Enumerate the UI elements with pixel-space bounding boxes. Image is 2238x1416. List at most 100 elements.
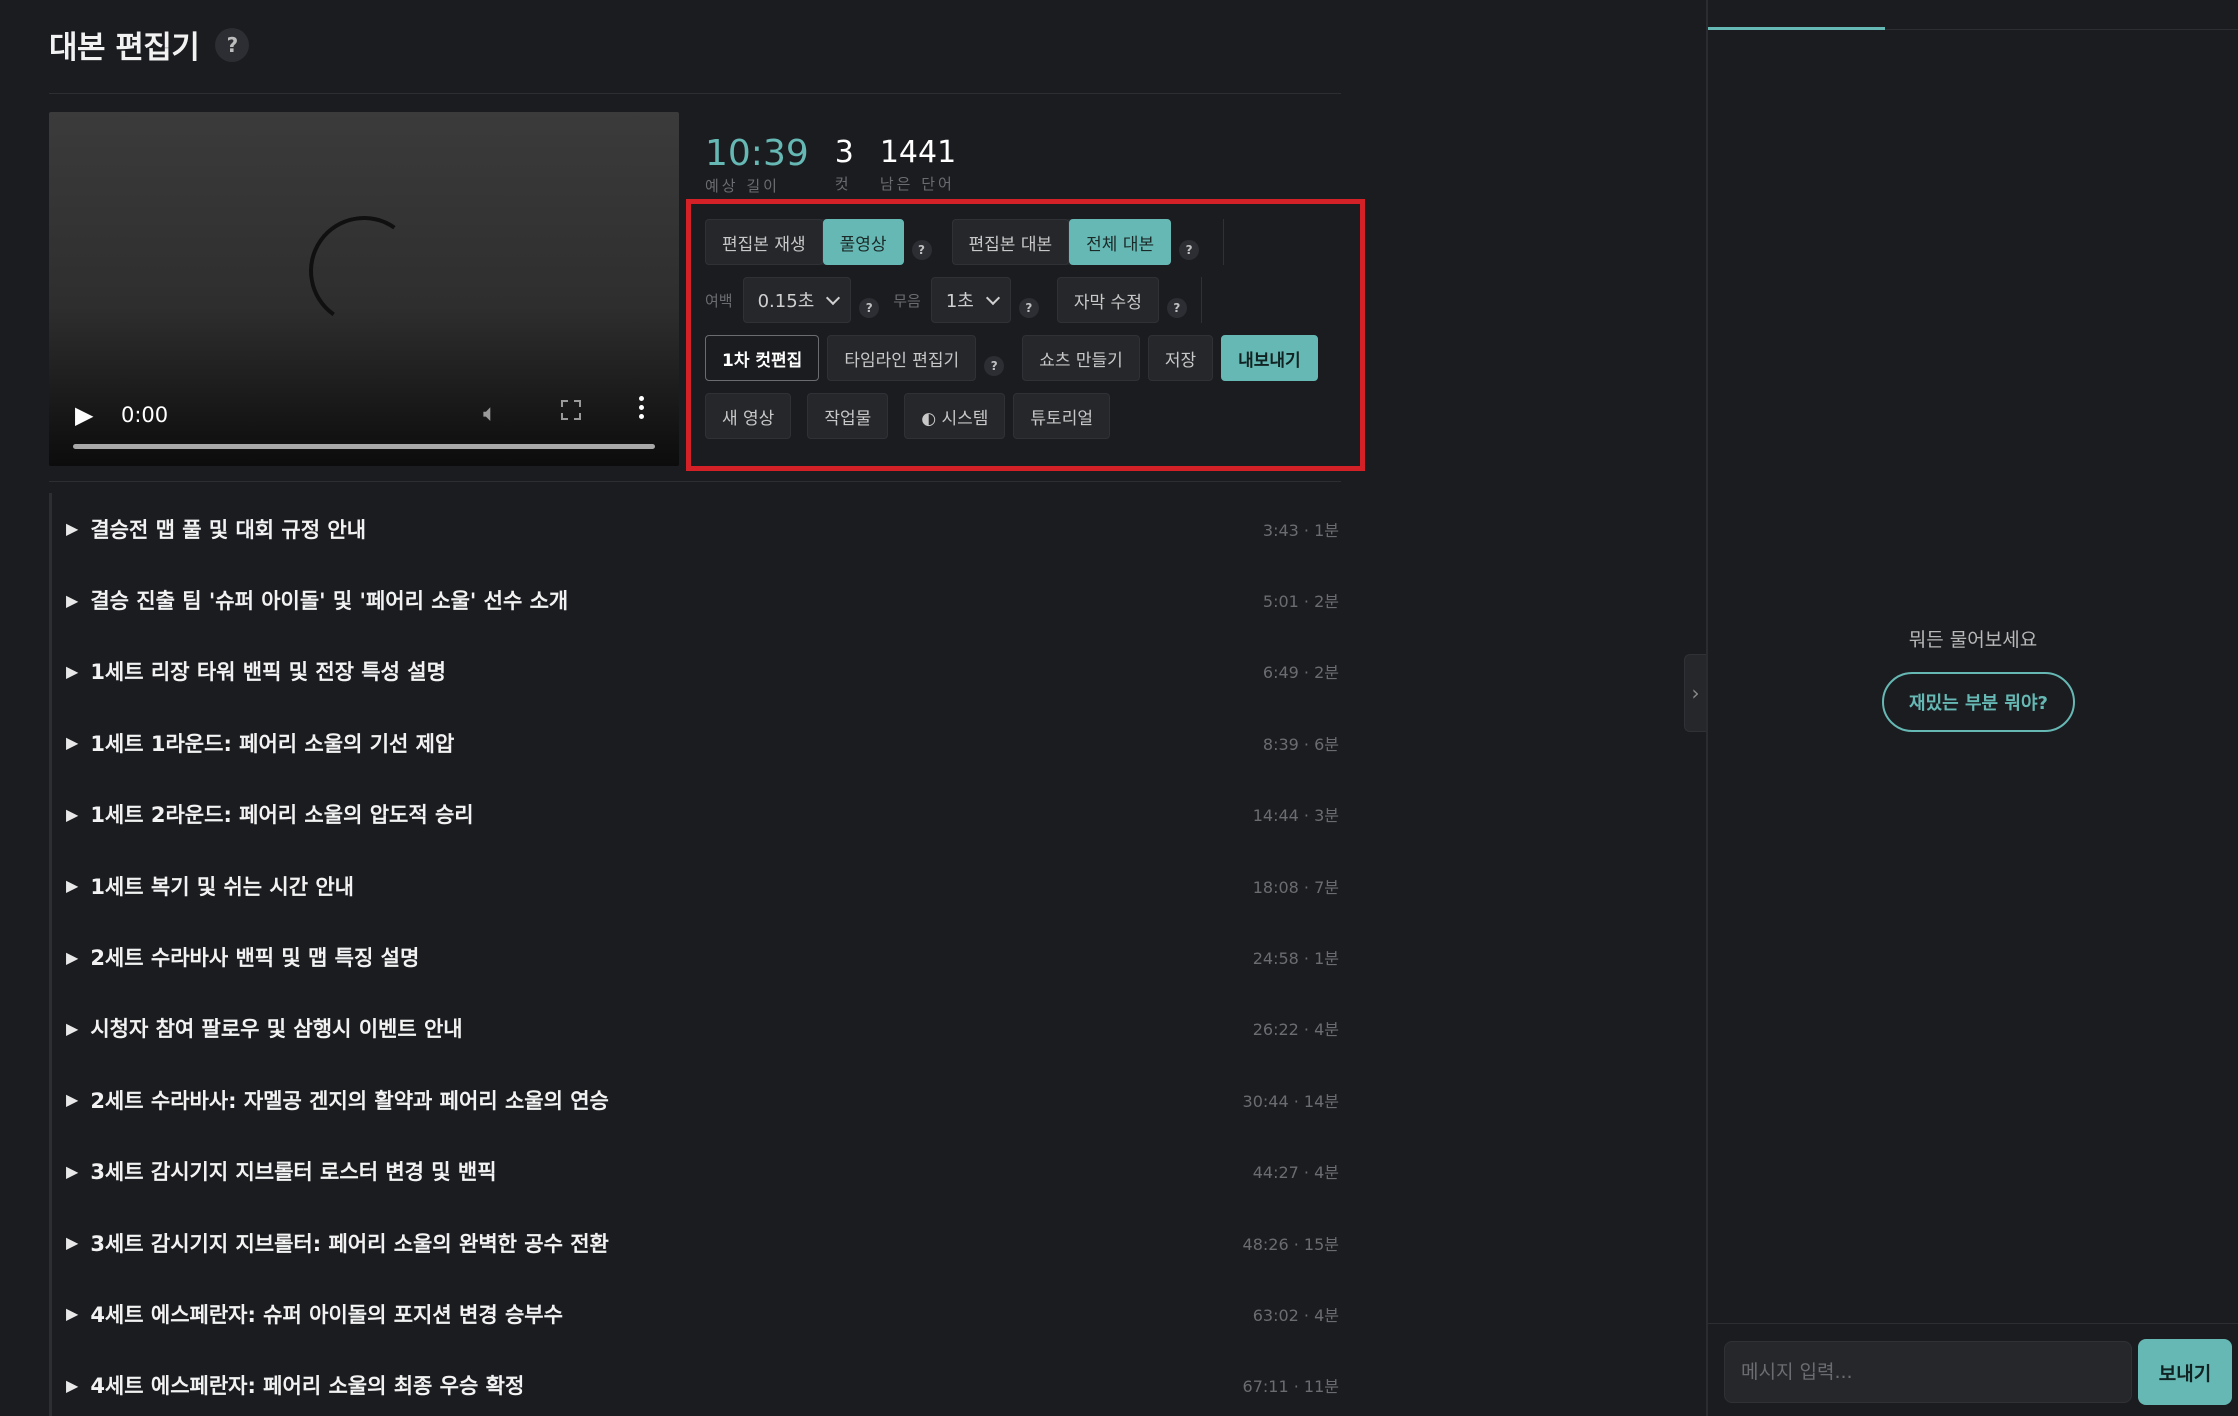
timeline-help-icon[interactable]: ?	[984, 356, 1005, 376]
stat-words: 1441 남은 단어	[880, 136, 956, 196]
subtitle-edit-button[interactable]: 자막 수정	[1056, 277, 1159, 323]
chapter-title: 결승전 맵 풀 및 대회 규정 안내	[90, 517, 367, 542]
volume-icon[interactable]: 🔈︎	[483, 399, 497, 427]
works-button[interactable]: 작업물	[807, 393, 889, 439]
script-help-icon[interactable]: ?	[1179, 240, 1200, 260]
chapter-title: 1세트 2라운드: 페어리 소울의 압도적 승리	[90, 803, 474, 828]
divider	[49, 481, 1341, 482]
chevron-down-icon	[826, 290, 841, 305]
expand-arrow-icon: ▶	[66, 519, 79, 539]
expand-arrow-icon: ▶	[66, 590, 79, 610]
controls-row-4: 새 영상 작업물 ◐ 시스템 튜토리얼	[705, 393, 1110, 439]
tab-1[interactable]	[1708, 0, 1885, 30]
full-script-button[interactable]: 전체 대본	[1069, 219, 1172, 265]
suggestion-button[interactable]: 재밌는 부분 뭐야?	[1882, 672, 2075, 732]
make-shorts-button[interactable]: 쇼츠 만들기	[1022, 335, 1140, 381]
margin-help-icon[interactable]: ?	[859, 298, 880, 318]
tutorial-button[interactable]: 튜토리얼	[1013, 393, 1110, 439]
silence-value: 1초	[945, 291, 974, 312]
chapter-title: 1세트 1라운드: 페어리 소울의 기선 제압	[90, 731, 455, 756]
subtitle-help-icon[interactable]: ?	[1166, 298, 1187, 318]
collapse-panel-icon[interactable]: ›	[1684, 654, 1706, 732]
stat-length-value: 10:39	[705, 133, 809, 174]
separator	[1200, 277, 1202, 323]
play-icon[interactable]: ▶	[75, 401, 93, 429]
chapter-item[interactable]: ▶ 결승 진출 팀 '슈퍼 아이돌' 및 '페어리 소울' 선수 소개 5:01 …	[49, 564, 1341, 636]
chapter-title: 1세트 복기 및 쉬는 시간 안내	[90, 874, 354, 899]
controls-row-2: 여백 0.15초 ? 무음 1초 ? 자막 수정 ?	[705, 277, 1202, 323]
playback-help-icon[interactable]: ?	[911, 240, 932, 260]
stat-cuts-value: 3	[834, 135, 854, 170]
expand-arrow-icon: ▶	[66, 876, 79, 896]
chapter-item[interactable]: ▶ 2세트 수라바사: 자멜공 겐지의 활약과 페어리 소울의 연승 30:44 …	[49, 1064, 1341, 1136]
play-edited-button[interactable]: 편집본 재생	[705, 219, 823, 265]
margin-select[interactable]: 0.15초	[742, 277, 852, 323]
expand-arrow-icon: ▶	[66, 1233, 79, 1253]
timeline-editor-button[interactable]: 타임라인 편집기	[827, 335, 977, 381]
script-mode-toggle: 편집본 대본 전체 대본	[951, 219, 1172, 265]
stat-cuts: 3 컷	[835, 136, 854, 196]
expand-arrow-icon: ▶	[66, 1090, 79, 1110]
silence-help-icon[interactable]: ?	[1018, 298, 1039, 318]
page-title: 대본 편집기	[49, 30, 200, 66]
silence-select[interactable]: 1초	[930, 277, 1011, 323]
chapter-title: 2세트 수라바사 밴픽 및 맵 특징 설명	[90, 946, 420, 971]
chapter-item[interactable]: ▶ 1세트 1라운드: 페어리 소울의 기선 제압 8:39 · 6분	[49, 707, 1341, 779]
chapter-item[interactable]: ▶ 1세트 리장 타워 밴픽 및 전장 특성 설명 6:49 · 2분	[49, 635, 1341, 708]
chapter-meta: 24:58 · 1분	[1252, 949, 1339, 969]
chapter-meta: 14:44 · 3분	[1252, 806, 1339, 826]
chapter-meta: 48:26 · 15분	[1242, 1234, 1339, 1254]
stat-length: 10:39 예상 길이	[705, 136, 809, 196]
chapter-item[interactable]: ▶ 3세트 감시기지 지브롤터 로스터 변경 및 밴픽 44:27 · 4분	[49, 1135, 1341, 1207]
fullscreen-icon[interactable]	[561, 400, 581, 420]
video-progress-bar[interactable]	[73, 444, 655, 449]
new-video-button[interactable]: 새 영상	[705, 393, 792, 439]
edited-script-button[interactable]: 편집본 대본	[951, 219, 1070, 265]
tab-2[interactable]	[1885, 0, 2062, 30]
chapter-title: 2세트 수라바사: 자멜공 겐지의 활약과 페어리 소울의 연승	[90, 1088, 609, 1113]
playback-mode-toggle: 편집본 재생 풀영상	[705, 219, 904, 265]
controls-panel-highlight: 편집본 재생 풀영상 ? 편집본 대본 전체 대본 ? 여백 0.15초 ? 무…	[686, 199, 1365, 471]
full-video-button[interactable]: 풀영상	[822, 219, 904, 265]
save-button[interactable]: 저장	[1147, 335, 1214, 381]
video-controls: ▶ 0:00 🔈︎	[49, 366, 679, 466]
chapter-title: 4세트 에스페란자: 슈퍼 아이돌의 포지션 변경 승부수	[90, 1302, 563, 1327]
editor-main: 대본 편집기 ? ▶ 0:00 🔈︎ 10:39 예상 길이 3 컷 1441 …	[0, 0, 1706, 1416]
more-options-icon[interactable]	[639, 396, 645, 423]
chapter-item[interactable]: ▶ 4세트 에스페란자: 페어리 소울의 최종 우승 확정 67:11 · 11분	[49, 1349, 1341, 1416]
expand-arrow-icon: ▶	[66, 1161, 79, 1181]
expand-arrow-icon: ▶	[66, 1304, 79, 1324]
chapter-list: ▶ 결승전 맵 풀 및 대회 규정 안내 3:43 · 1분 ▶ 결승 진출 팀 '…	[49, 493, 1341, 1416]
chapter-meta: 44:27 · 4분	[1252, 1163, 1339, 1183]
chapter-item[interactable]: ▶ 3세트 감시기지 지브롤터: 페어리 소울의 완벽한 공수 전환 48:26 …	[49, 1206, 1341, 1279]
chapter-title: 결승 진출 팀 '슈퍼 아이돌' 및 '페어리 소울' 선수 소개	[90, 589, 569, 614]
expand-arrow-icon: ▶	[66, 947, 79, 967]
send-button[interactable]: 보내기	[2138, 1339, 2232, 1405]
chapter-item[interactable]: ▶ 4세트 에스페란자: 슈퍼 아이돌의 포지션 변경 승부수 63:02 · 4…	[49, 1278, 1341, 1350]
chapter-item[interactable]: ▶ 2세트 수라바사 밴픽 및 맵 특징 설명 24:58 · 1분	[49, 921, 1341, 993]
chapter-item[interactable]: ▶ 1세트 2라운드: 페어리 소울의 압도적 승리 14:44 · 3분	[49, 778, 1341, 850]
chevron-down-icon	[985, 290, 1000, 305]
chapter-meta: 3:43 · 1분	[1262, 520, 1339, 540]
chapter-item[interactable]: ▶ 1세트 복기 및 쉬는 시간 안내 18:08 · 7분	[49, 849, 1341, 922]
stat-cuts-label: 컷	[834, 175, 852, 193]
separator	[1223, 219, 1225, 265]
stat-length-label: 예상 길이	[705, 177, 780, 195]
stats-summary: 10:39 예상 길이 3 컷 1441 남은 단어	[705, 136, 956, 196]
tab-3[interactable]	[2061, 0, 2238, 30]
message-input[interactable]	[1724, 1341, 2132, 1403]
chapter-meta: 67:11 · 11분	[1242, 1377, 1339, 1397]
chapter-item[interactable]: ▶ 시청자 참여 팔로우 및 삼행시 이벤트 안내 26:22 · 4분	[49, 992, 1341, 1065]
controls-row-1: 편집본 재생 풀영상 ? 편집본 대본 전체 대본 ?	[705, 219, 1225, 265]
chapter-item[interactable]: ▶ 결승전 맵 풀 및 대회 규정 안내 3:43 · 1분	[49, 493, 1341, 565]
title-help-icon[interactable]: ?	[215, 27, 250, 62]
expand-arrow-icon: ▶	[66, 661, 79, 681]
chapter-meta: 5:01 · 2분	[1262, 592, 1339, 612]
chapter-meta: 63:02 · 4분	[1252, 1305, 1339, 1325]
chat-empty-prompt: 뭐든 물어보세요	[1908, 629, 2038, 651]
silence-label: 무음	[893, 291, 921, 310]
first-cut-button[interactable]: 1차 컷편집	[705, 335, 820, 381]
video-player[interactable]: ▶ 0:00 🔈︎	[49, 112, 679, 466]
export-button[interactable]: 내보내기	[1221, 335, 1318, 381]
theme-system-button[interactable]: ◐ 시스템	[904, 393, 1006, 439]
